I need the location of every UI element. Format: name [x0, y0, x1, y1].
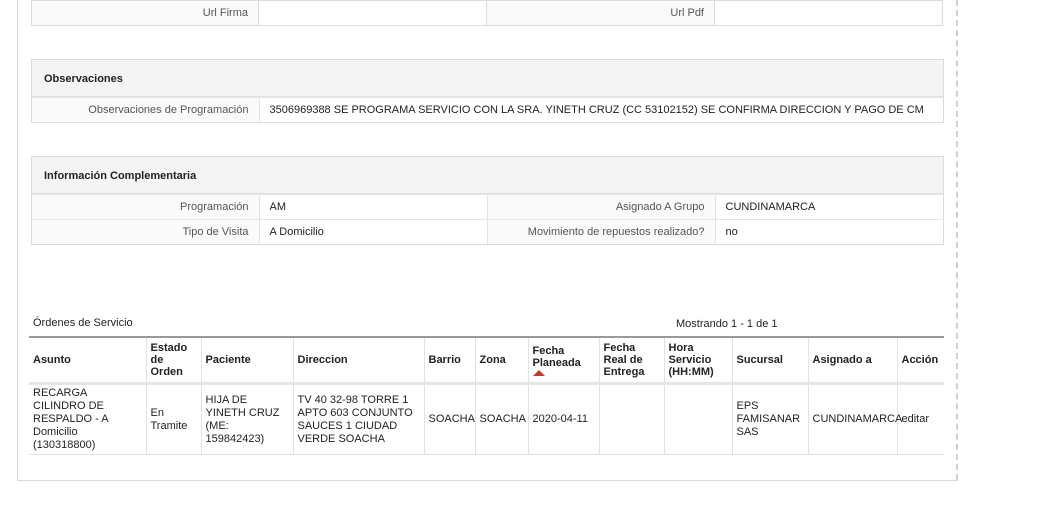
- programacion-value: AM: [258, 194, 487, 220]
- repuestos-value: no: [714, 219, 943, 244]
- observaciones-label: Observaciones de Programación: [32, 97, 259, 122]
- tipo-visita-value: A Domicilio: [258, 219, 487, 244]
- cell-asignado: CUNDINAMARCA: [807, 383, 902, 455]
- tipo-visita-label: Tipo de Visita: [32, 219, 259, 244]
- cell-accion: editar: [896, 383, 944, 455]
- url-row: Url Firma Url Pdf: [31, 0, 943, 26]
- cell-sucursal: EPS FAMISANAR SAS: [731, 383, 808, 455]
- observaciones-row: Observaciones de Programación 3506969388…: [32, 97, 943, 122]
- url-firma-value: [258, 0, 487, 26]
- col-estado[interactable]: Estado de Orden: [145, 336, 201, 385]
- grupo-label: Asignado A Grupo: [486, 194, 715, 220]
- orders-title: Órdenes de Servicio: [33, 317, 133, 329]
- col-paciente[interactable]: Paciente: [200, 336, 293, 385]
- cell-hora: [663, 383, 732, 455]
- complementaria-section: Información Complementaria Programación …: [31, 156, 944, 245]
- url-firma-label: Url Firma: [31, 0, 259, 26]
- observaciones-value: 3506969388 SE PROGRAMA SERVICIO CON LA S…: [258, 97, 943, 122]
- col-fecha-planeada-label: Fecha Planeada: [532, 344, 581, 369]
- orders-table: Asunto Estado de Orden Paciente Direccio…: [29, 336, 944, 455]
- observaciones-title: Observaciones: [32, 60, 943, 97]
- col-direccion[interactable]: Direccion: [292, 336, 424, 385]
- observaciones-table: Observaciones de Programación 3506969388…: [32, 97, 943, 122]
- cell-direccion: TV 40 32-98 TORRE 1 APTO 603 CONJUNTO SA…: [292, 383, 424, 455]
- cell-paciente: HIJA DE YINETH CRUZ (ME: 159842423): [200, 383, 293, 455]
- cell-barrio: SOACHA: [423, 383, 475, 455]
- url-pdf-label: Url Pdf: [486, 0, 715, 26]
- url-pdf-value: [714, 0, 943, 26]
- programacion-label: Programación: [32, 194, 259, 220]
- grupo-value: CUNDINAMARCA: [714, 194, 943, 220]
- col-hora[interactable]: Hora Servicio (HH:MM): [663, 336, 732, 385]
- col-asignado[interactable]: Asignado a: [807, 336, 897, 385]
- url-fields-table: Url Firma Url Pdf: [31, 0, 943, 26]
- edit-link[interactable]: editar: [902, 413, 930, 425]
- col-fecha-planeada[interactable]: Fecha Planeada: [527, 336, 599, 385]
- complementaria-row-1: Programación AM Asignado A Grupo CUNDINA…: [32, 194, 943, 220]
- sort-ascending-icon: [532, 369, 545, 376]
- col-sucursal[interactable]: Sucursal: [731, 336, 808, 385]
- orders-header-row: Asunto Estado de Orden Paciente Direccio…: [29, 336, 944, 385]
- complementaria-row-2: Tipo de Visita A Domicilio Movimiento de…: [32, 219, 943, 244]
- repuestos-label: Movimiento de repuestos realizado?: [486, 219, 715, 244]
- cell-estado: En Tramite: [145, 383, 201, 455]
- panel-divider[interactable]: [956, 0, 958, 480]
- col-accion: Acción: [896, 336, 944, 385]
- cell-fecha-planeada: 2020-04-11: [527, 383, 599, 455]
- pagination-info: Mostrando 1 - 1 de 1: [676, 318, 778, 330]
- cell-asunto: RECARGA CILINDRO DE RESPALDO - A Domicil…: [29, 383, 146, 455]
- col-barrio[interactable]: Barrio: [423, 336, 475, 385]
- complementaria-table: Programación AM Asignado A Grupo CUNDINA…: [32, 194, 943, 244]
- col-asunto[interactable]: Asunto: [29, 336, 146, 385]
- complementaria-title: Información Complementaria: [32, 157, 943, 194]
- cell-fecha-real: [598, 383, 664, 455]
- cell-zona: SOACHA: [474, 383, 528, 455]
- col-fecha-real[interactable]: Fecha Real de Entrega: [598, 336, 664, 385]
- col-zona[interactable]: Zona: [474, 336, 528, 385]
- observaciones-section: Observaciones Observaciones de Programac…: [31, 59, 944, 123]
- table-row: RECARGA CILINDRO DE RESPALDO - A Domicil…: [29, 383, 944, 455]
